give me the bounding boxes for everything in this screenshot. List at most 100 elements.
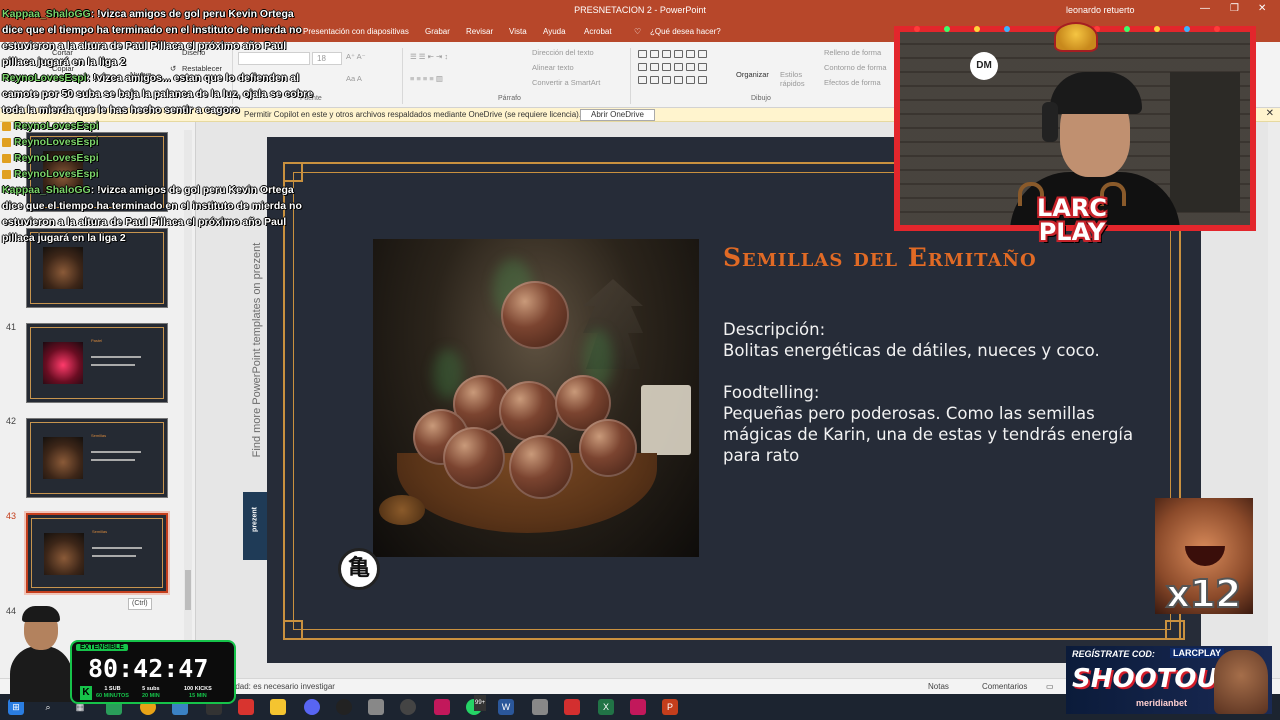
divider (630, 48, 631, 104)
tab-acrobat[interactable]: Acrobat (584, 27, 612, 36)
word-icon[interactable]: W (498, 699, 514, 715)
align-icons[interactable]: ≡ ≡ ≡ ≡ ▥ (410, 74, 443, 83)
chat-line: pillaca jugará en la liga 2 (2, 56, 126, 68)
arrange-button[interactable]: Organizar (736, 70, 769, 79)
calculator-icon[interactable] (532, 699, 548, 715)
shape-effects-button[interactable]: Efectos de forma (824, 78, 881, 87)
chat-line: ReynoLovesEspi (2, 118, 302, 134)
notes-button[interactable]: Notas (928, 682, 949, 691)
kame-emblem: 亀 (338, 548, 380, 590)
quick-styles-button[interactable]: Estilos rápidos (780, 70, 806, 88)
shootout-logo: SHOOTOUT (1072, 664, 1236, 694)
powerpoint-icon[interactable]: P (662, 699, 678, 715)
vertical-scrollbar[interactable] (1268, 122, 1280, 678)
chat-line: Kappaa_ShaloGG: !vizca amigos de gol per… (2, 8, 294, 20)
tab-review[interactable]: Revisar (466, 27, 493, 36)
window-title: PRESNETACION 2 - PowerPoint (574, 5, 706, 15)
slide-number: 41 (6, 322, 17, 332)
divider (402, 48, 403, 104)
tab-view[interactable]: Vista (509, 27, 527, 36)
excel-icon[interactable]: X (598, 699, 614, 715)
kick-icon: K (80, 686, 92, 700)
whatsapp-icon[interactable]: 99+ (466, 695, 487, 715)
promo-code: LARCPLAY (1170, 648, 1225, 658)
align-text-button[interactable]: Alinear texto (532, 63, 574, 72)
multiplier-label: x12 (1165, 571, 1242, 617)
close-icon[interactable]: ✕ (1258, 3, 1266, 14)
chat-line: estuvieron a la altura de Paul Pillaca e… (2, 40, 287, 52)
chat-line: dice que el tiempo ha terminado en el in… (2, 24, 302, 36)
user-name[interactable]: leonardo retuerto (1066, 5, 1135, 15)
sponsor-name: meridianbet (1136, 698, 1188, 708)
description-label: Descripción: (723, 320, 826, 339)
chat-line: estuvieron a la altura de Paul Pillaca e… (2, 216, 287, 228)
promo-face (1214, 650, 1268, 714)
subathon-timer: EXTENSIBLE 80:42:47 K 1 SUB 60 MINUTOS 5 … (70, 640, 236, 704)
chat-line: dice que el tiempo ha terminado en el in… (2, 200, 302, 212)
timer-rule: 100 KICKS 15 MIN (184, 686, 212, 699)
larc-play-logo: LARC PLAY (1012, 182, 1132, 250)
open-onedrive-button[interactable]: Abrir OneDrive (580, 109, 655, 121)
accessibility-status[interactable]: ilidad: es necesario investigar (230, 682, 335, 691)
timer-label: EXTENSIBLE (76, 644, 128, 651)
chat-line: camote por 50 suba se baja la palanca de… (2, 88, 314, 100)
comments-button[interactable]: Comentarios (982, 682, 1027, 691)
app-icon[interactable] (238, 699, 254, 715)
obs-icon[interactable] (400, 699, 416, 715)
slide-thumbnail[interactable]: Semillas (26, 418, 168, 498)
acrobat-icon[interactable] (564, 699, 580, 715)
normal-view-icon[interactable]: ▭ (1046, 682, 1054, 691)
app-icon[interactable] (630, 699, 646, 715)
slide-title[interactable]: Semillas del Ermitaño (723, 243, 1037, 272)
chat-line: pillaca jugará en la liga 2 (2, 232, 126, 244)
energy-balls-photo[interactable] (373, 239, 699, 557)
tab-record[interactable]: Grabar (425, 27, 450, 36)
paste-options-tag[interactable]: (Ctrl) (128, 598, 152, 610)
tab-slideshow[interactable]: Presentación con diapositivas (303, 27, 409, 36)
minimize-icon[interactable]: — (1200, 3, 1210, 14)
shootout-promo-banner: REGÍSTRATE COD: LARCPLAY SHOOTOUT meridi… (1066, 646, 1272, 714)
frame-corner (283, 620, 303, 640)
bell-icon (1054, 22, 1098, 52)
font-color-icon[interactable]: Aa A (346, 74, 362, 83)
slide-number: 43 (6, 511, 17, 521)
app-icon[interactable] (368, 699, 384, 715)
tell-me-search[interactable]: ¿Qué desea hacer? (650, 27, 721, 36)
smartart-button[interactable]: Convertir a SmartArt (532, 78, 600, 87)
screen: PRESNETACION 2 - PowerPoint leonardo ret… (0, 0, 1280, 720)
grow-font-icon[interactable]: A⁺ A⁻ (346, 52, 366, 61)
font-size-box[interactable]: 18 (312, 52, 342, 65)
chat-line: toda la mierda que le has hecho sentir a… (2, 104, 240, 116)
discord-icon[interactable] (304, 699, 320, 715)
chat-line: ReynoLovesEspi (2, 166, 302, 182)
slide-number: 42 (6, 416, 17, 426)
shape-fill-button[interactable]: Relleno de forma (824, 48, 881, 57)
foodtelling-label: Foodtelling: (723, 383, 820, 402)
lightbulb-icon: ♡ (634, 27, 642, 36)
stream-chat: Kappaa_ShaloGG: !vizca amigos de gol per… (2, 6, 314, 246)
maximize-icon[interactable]: ❐ (1230, 3, 1239, 14)
slide-thumbnail-selected[interactable]: Semillas (24, 511, 170, 595)
timer-rule: 5 subs 20 MIN (142, 686, 160, 699)
app-icon[interactable] (336, 699, 352, 715)
streamer-avatar (6, 606, 76, 702)
close-icon[interactable]: ✕ (1266, 108, 1274, 119)
shape-outline-button[interactable]: Contorno de forma (824, 63, 887, 72)
app-icon[interactable] (434, 699, 450, 715)
text-direction-button[interactable]: Dirección del texto (532, 48, 594, 57)
description-text: Bolitas energéticas de dátiles, nueces y… (723, 341, 1100, 360)
prezent-vertical-text[interactable]: Find more PowerPoint templates on prezen… (245, 222, 265, 486)
file-explorer-icon[interactable] (270, 699, 286, 715)
chat-line: ReynoLovesEspi (2, 150, 302, 166)
slide-body-textbox[interactable]: Descripción: Bolitas energéticas de dáti… (723, 319, 1143, 466)
bullets-icon[interactable]: ☰ ☰ ⇤ ⇥ ↕ (410, 52, 448, 61)
timer-clock: 80:42:47 (88, 654, 209, 683)
chat-line: ReynoLovesEspi (2, 134, 302, 150)
frame-corner (1165, 620, 1185, 640)
paragraph-group-label: Párrafo (498, 95, 521, 102)
slide-thumbnail[interactable]: Pastel (26, 323, 168, 403)
tab-help[interactable]: Ayuda (543, 27, 566, 36)
chat-line: ReynoLovesEspi: !vizca amigos... estan q… (2, 72, 300, 84)
drawing-group-label: Dibujo (751, 95, 771, 102)
prezent-tab[interactable]: prezent (243, 492, 267, 560)
